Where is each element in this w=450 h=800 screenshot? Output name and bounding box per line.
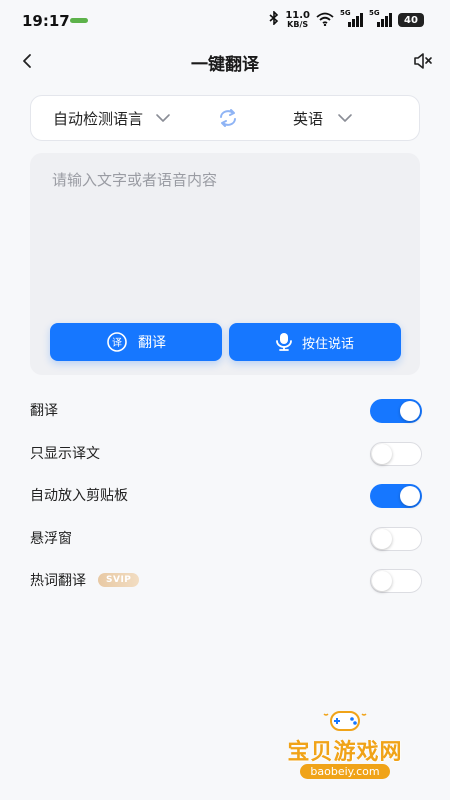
setting-translate: 翻译 — [30, 389, 422, 432]
mute-button[interactable] — [410, 48, 436, 74]
translate-button[interactable]: 译 翻译 — [50, 323, 222, 361]
setting-floating-window: 悬浮窗 — [30, 517, 422, 560]
input-card: 译 翻译 按住说话 — [30, 153, 420, 375]
watermark: 宝贝游戏网 baobeiy.com — [270, 706, 420, 790]
settings-list: 翻译 只显示译文 自动放入剪贴板 悬浮窗 热词翻译 SVIP — [30, 389, 422, 602]
translation-text-input[interactable] — [50, 167, 404, 311]
watermark-title: 宝贝游戏网 — [287, 740, 403, 765]
swap-icon — [220, 109, 236, 127]
battery-icon: 40 — [398, 13, 424, 27]
gamepad-icon — [323, 711, 367, 731]
floating-window-toggle[interactable] — [370, 526, 422, 551]
header: 一键翻译 — [0, 40, 450, 84]
signal-label: 5G — [340, 9, 351, 17]
language-selector-bar: 自动检测语言 英语 — [30, 95, 420, 141]
translate-icon: 译 — [107, 332, 127, 352]
signal-icon: 5G — [369, 9, 392, 27]
svip-badge: SVIP — [98, 573, 140, 588]
show-translation-only-toggle[interactable] — [370, 441, 422, 466]
wifi-icon — [316, 11, 334, 30]
signal-icon: 5G — [340, 9, 363, 27]
chevron-down-icon — [156, 114, 170, 122]
status-icons: 11.0 KB/S 5G 5G 40 — [269, 9, 424, 30]
speaker-mute-icon — [414, 53, 432, 69]
hot-word-translation-toggle[interactable] — [370, 569, 422, 593]
network-speed-unit: KB/S — [287, 20, 309, 29]
translate-button-label: 翻译 — [138, 335, 166, 351]
swap-languages-button[interactable] — [217, 108, 239, 128]
signal-label: 5G — [369, 9, 380, 17]
setting-label: 自动放入剪贴板 — [30, 488, 128, 505]
target-language-label: 英语 — [293, 109, 324, 128]
target-language-select[interactable]: 英语 — [293, 96, 353, 140]
network-speed: 11.0 KB/S — [285, 11, 310, 29]
setting-label: 悬浮窗 — [30, 530, 72, 547]
svg-text:译: 译 — [112, 337, 122, 349]
setting-label: 只显示译文 — [30, 445, 100, 462]
translate-toggle[interactable] — [370, 399, 422, 423]
chevron-down-icon — [338, 114, 352, 122]
hold-to-talk-button[interactable]: 按住说话 — [229, 323, 401, 361]
setting-label: 翻译 — [30, 403, 58, 420]
page-title: 一键翻译 — [191, 55, 259, 75]
microphone-icon — [276, 333, 292, 351]
source-language-label: 自动检测语言 — [53, 109, 144, 128]
setting-auto-clipboard: 自动放入剪贴板 — [30, 474, 422, 517]
source-language-select[interactable]: 自动检测语言 — [53, 96, 171, 140]
hold-to-talk-label: 按住说话 — [301, 336, 354, 352]
setting-hot-word-translation: 热词翻译 SVIP — [30, 559, 422, 602]
notification-indicator-icon — [70, 18, 88, 23]
setting-show-translation-only: 只显示译文 — [30, 432, 422, 475]
watermark-url: baobeiy.com — [300, 764, 390, 779]
bluetooth-icon — [269, 10, 279, 29]
status-time: 19:17 — [22, 12, 70, 30]
status-bar: 19:17 11.0 KB/S 5G 5G 40 — [0, 0, 450, 40]
setting-label: 热词翻译 — [30, 573, 86, 590]
auto-clipboard-toggle[interactable] — [370, 484, 422, 508]
